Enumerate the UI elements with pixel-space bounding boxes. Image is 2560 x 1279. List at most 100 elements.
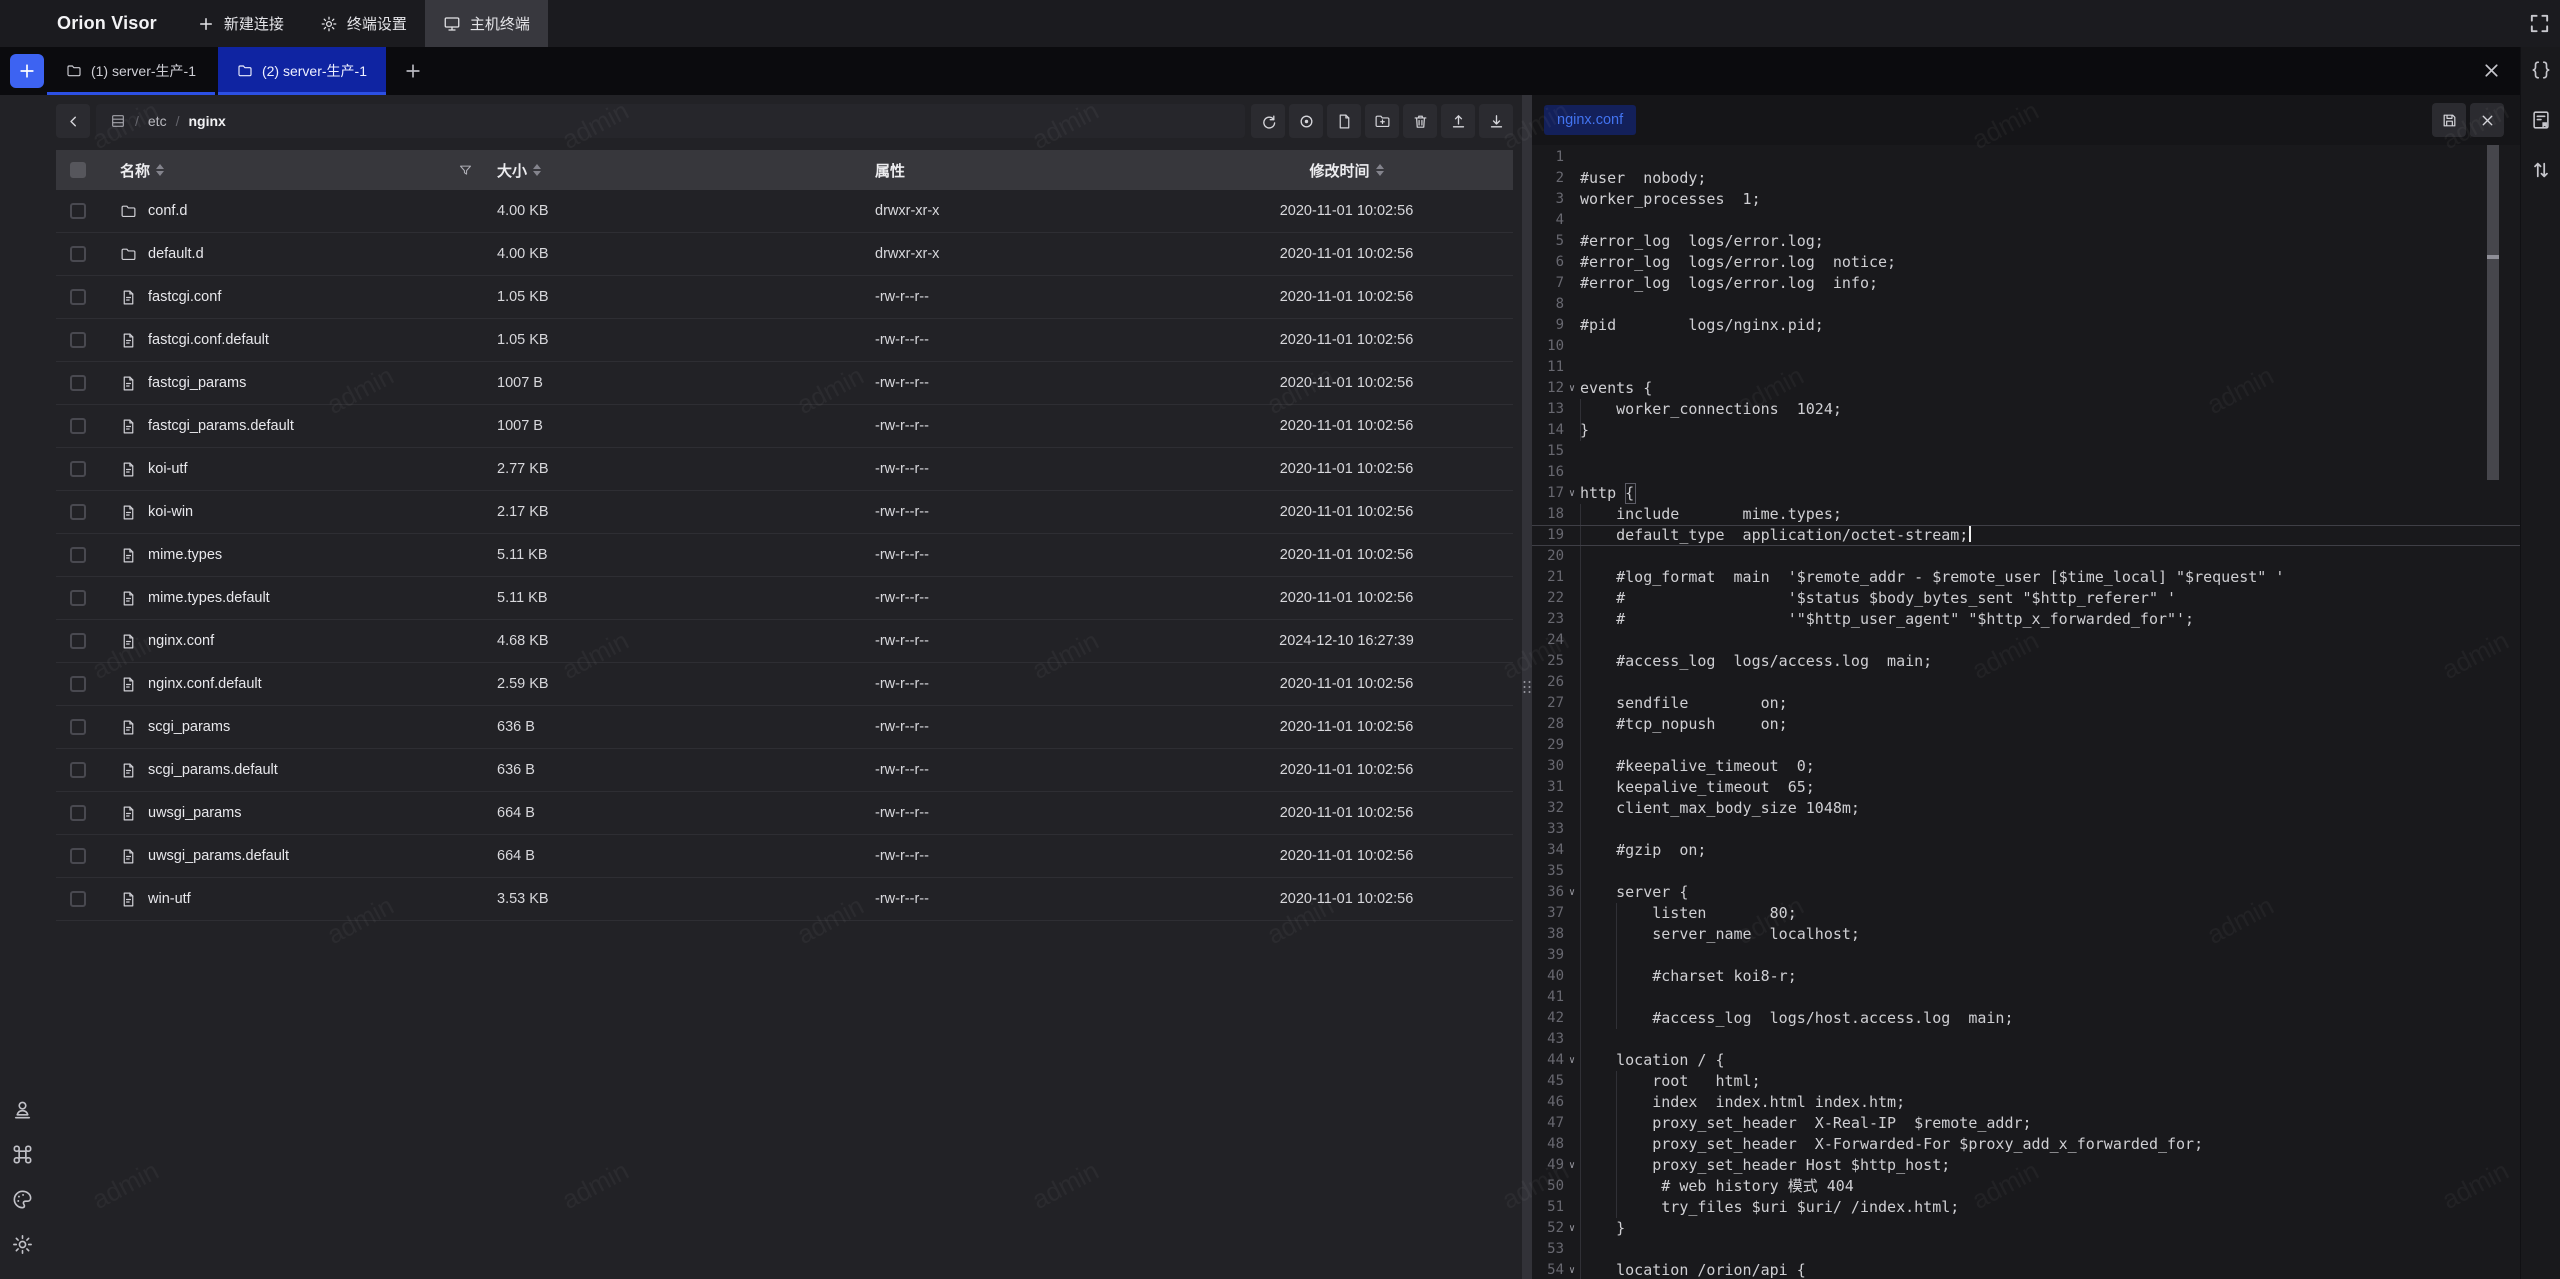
file-name-cell[interactable]: conf.d	[100, 203, 484, 220]
code-line[interactable]: 43	[1532, 1029, 2520, 1050]
code-line[interactable]: 25 #access_log logs/access.log main;	[1532, 651, 2520, 672]
code-line[interactable]: 4	[1532, 210, 2520, 231]
fold-chevron-icon[interactable]: ∨	[1564, 483, 1580, 504]
code-line[interactable]: 40 #charset koi8-r;	[1532, 966, 2520, 987]
code-line[interactable]: 3worker_processes 1;	[1532, 189, 2520, 210]
code-line[interactable]: 52∨ }	[1532, 1218, 2520, 1239]
code-line[interactable]: 32 client_max_body_size 1048m;	[1532, 798, 2520, 819]
fold-chevron-icon[interactable]: ∨	[1564, 1155, 1580, 1176]
code-line[interactable]: 30 #keepalive_timeout 0;	[1532, 756, 2520, 777]
code-line[interactable]: 26	[1532, 672, 2520, 693]
code-line[interactable]: 6#error_log logs/error.log notice;	[1532, 252, 2520, 273]
code-line[interactable]: 9#pid logs/nginx.pid;	[1532, 315, 2520, 336]
fold-chevron-icon[interactable]: ∨	[1564, 1260, 1580, 1279]
row-checkbox[interactable]	[70, 848, 86, 864]
code-line[interactable]: 35	[1532, 861, 2520, 882]
topbar-menu-item[interactable]: 终端设置	[302, 0, 425, 47]
file-name-cell[interactable]: scgi_params.default	[100, 762, 484, 779]
file-row[interactable]: nginx.conf 4.68 KB -rw-r--r-- 2024-12-10…	[56, 620, 1513, 663]
file-name-cell[interactable]: scgi_params	[100, 719, 484, 736]
settings-gear-icon[interactable]	[11, 1233, 34, 1256]
file-name-cell[interactable]: uwsgi_params.default	[100, 848, 484, 865]
file-row[interactable]: koi-utf 2.77 KB -rw-r--r-- 2020-11-01 10…	[56, 448, 1513, 491]
code-line[interactable]: 53	[1532, 1239, 2520, 1260]
code-line[interactable]: 48 proxy_set_header X-Forwarded-For $pro…	[1532, 1134, 2520, 1155]
file-name-cell[interactable]: koi-utf	[100, 461, 484, 478]
upload-button[interactable]	[1441, 104, 1475, 138]
code-line[interactable]: 29	[1532, 735, 2520, 756]
code-line[interactable]: 2#user nobody;	[1532, 168, 2520, 189]
code-line[interactable]: 12∨events {	[1532, 378, 2520, 399]
breadcrumb-label[interactable]: nginx	[188, 113, 225, 129]
file-row[interactable]: scgi_params 636 B -rw-r--r-- 2020-11-01 …	[56, 706, 1513, 749]
filter-funnel-icon[interactable]	[458, 163, 473, 178]
file-name-cell[interactable]: default.d	[100, 246, 484, 263]
file-row[interactable]: uwsgi_params 664 B -rw-r--r-- 2020-11-01…	[56, 792, 1513, 835]
transfer-list-icon[interactable]	[2530, 159, 2552, 181]
code-line[interactable]: 54∨ location /orion/api {	[1532, 1260, 2520, 1279]
command-shortcuts-icon[interactable]	[11, 1143, 34, 1166]
row-checkbox[interactable]	[70, 332, 86, 348]
column-header-name[interactable]: 名称	[100, 160, 484, 181]
code-line[interactable]: 47 proxy_set_header X-Real-IP $remote_ad…	[1532, 1113, 2520, 1134]
row-checkbox[interactable]	[70, 375, 86, 391]
file-name-cell[interactable]: mime.types	[100, 547, 484, 564]
new-tab-button[interactable]	[403, 61, 423, 81]
file-row[interactable]: fastcgi.conf.default 1.05 KB -rw-r--r-- …	[56, 319, 1513, 362]
back-button[interactable]	[56, 104, 90, 138]
code-line[interactable]: 16	[1532, 462, 2520, 483]
code-line[interactable]: 18 include mime.types;	[1532, 504, 2520, 525]
braces-editor-icon[interactable]	[2530, 59, 2552, 81]
code-area[interactable]: 12#user nobody;3worker_processes 1;45#er…	[1532, 145, 2520, 1279]
row-checkbox[interactable]	[70, 289, 86, 305]
code-line[interactable]: 36∨ server {	[1532, 882, 2520, 903]
storage-root-icon[interactable]	[110, 113, 126, 129]
new-file-button[interactable]	[1327, 104, 1361, 138]
code-line[interactable]: 11	[1532, 357, 2520, 378]
file-name-cell[interactable]: fastcgi_params	[100, 375, 484, 392]
file-row[interactable]: default.d 4.00 KB drwxr-xr-x 2020-11-01 …	[56, 233, 1513, 276]
select-all-checkbox[interactable]	[70, 162, 86, 178]
file-row[interactable]: fastcgi.conf 1.05 KB -rw-r--r-- 2020-11-…	[56, 276, 1513, 319]
code-line[interactable]: 27 sendfile on;	[1532, 693, 2520, 714]
row-checkbox[interactable]	[70, 504, 86, 520]
file-row[interactable]: koi-win 2.17 KB -rw-r--r-- 2020-11-01 10…	[56, 491, 1513, 534]
code-line[interactable]: 44∨ location / {	[1532, 1050, 2520, 1071]
code-line[interactable]: 42 #access_log logs/host.access.log main…	[1532, 1008, 2520, 1029]
file-row[interactable]: nginx.conf.default 2.59 KB -rw-r--r-- 20…	[56, 663, 1513, 706]
code-line[interactable]: 28 #tcp_nopush on;	[1532, 714, 2520, 735]
code-line[interactable]: 22 # '$status $body_bytes_sent "$http_re…	[1532, 588, 2520, 609]
fold-chevron-icon[interactable]: ∨	[1564, 378, 1580, 399]
code-line[interactable]: 33	[1532, 819, 2520, 840]
fold-chevron-icon[interactable]: ∨	[1564, 1218, 1580, 1239]
toggle-hidden-files-button[interactable]	[1289, 104, 1323, 138]
row-checkbox[interactable]	[70, 891, 86, 907]
file-name-cell[interactable]: nginx.conf.default	[100, 676, 484, 693]
file-row[interactable]: mime.types 5.11 KB -rw-r--r-- 2020-11-01…	[56, 534, 1513, 577]
fold-chevron-icon[interactable]: ∨	[1564, 882, 1580, 903]
file-row[interactable]: conf.d 4.00 KB drwxr-xr-x 2020-11-01 10:…	[56, 190, 1513, 233]
code-line[interactable]: 38 server_name localhost;	[1532, 924, 2520, 945]
code-line[interactable]: 8	[1532, 294, 2520, 315]
file-row[interactable]: mime.types.default 5.11 KB -rw-r--r-- 20…	[56, 577, 1513, 620]
row-checkbox[interactable]	[70, 805, 86, 821]
code-line[interactable]: 46 index index.html index.htm;	[1532, 1092, 2520, 1113]
new-folder-button[interactable]	[1365, 104, 1399, 138]
mtime-sorter[interactable]	[1376, 164, 1384, 176]
code-line[interactable]: 41	[1532, 987, 2520, 1008]
code-line[interactable]: 45 root html;	[1532, 1071, 2520, 1092]
size-sorter[interactable]	[533, 164, 541, 176]
download-button[interactable]	[1479, 104, 1513, 138]
code-line[interactable]: 24	[1532, 630, 2520, 651]
topbar-menu-item[interactable]: 新建连接	[179, 0, 302, 47]
file-name-cell[interactable]: fastcgi.conf	[100, 289, 484, 306]
topbar-menu-item[interactable]: 主机终端	[425, 0, 548, 47]
row-checkbox[interactable]	[70, 762, 86, 778]
row-checkbox[interactable]	[70, 461, 86, 477]
path-breadcrumb[interactable]: / etc / nginx	[96, 104, 1245, 138]
row-checkbox[interactable]	[70, 590, 86, 606]
row-checkbox[interactable]	[70, 633, 86, 649]
code-line[interactable]: 31 keepalive_timeout 65;	[1532, 777, 2520, 798]
row-checkbox[interactable]	[70, 246, 86, 262]
code-line[interactable]: 5#error_log logs/error.log;	[1532, 231, 2520, 252]
